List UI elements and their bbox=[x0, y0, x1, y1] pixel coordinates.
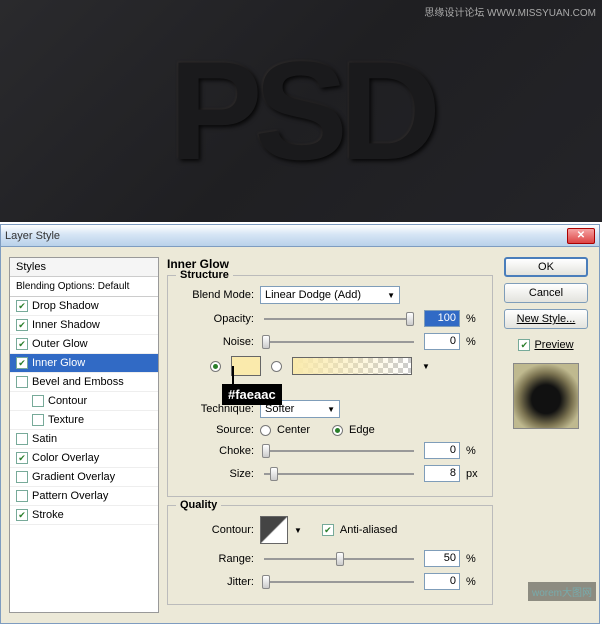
style-label: Gradient Overlay bbox=[32, 471, 115, 483]
style-item-gradient-overlay[interactable]: Gradient Overlay bbox=[10, 468, 158, 487]
styles-header[interactable]: Styles bbox=[10, 258, 158, 277]
opacity-label: Opacity: bbox=[176, 313, 254, 325]
chevron-down-icon: ▼ bbox=[327, 405, 335, 414]
style-checkbox[interactable] bbox=[16, 338, 28, 350]
style-label: Contour bbox=[48, 395, 87, 407]
style-item-outer-glow[interactable]: Outer Glow bbox=[10, 335, 158, 354]
blend-mode-select[interactable]: Linear Dodge (Add) ▼ bbox=[260, 286, 400, 304]
cancel-button[interactable]: Cancel bbox=[504, 283, 588, 303]
style-label: Pattern Overlay bbox=[32, 490, 108, 502]
style-item-satin[interactable]: Satin bbox=[10, 430, 158, 449]
titlebar: Layer Style ✕ bbox=[1, 225, 599, 247]
range-label: Range: bbox=[176, 553, 254, 565]
jitter-slider[interactable] bbox=[260, 574, 418, 590]
canvas-preview: 思缘设计论坛 WWW.MISSYUAN.COM PSD bbox=[0, 0, 602, 222]
preview-thumbnail bbox=[513, 363, 579, 429]
style-item-drop-shadow[interactable]: Drop Shadow bbox=[10, 297, 158, 316]
noise-input[interactable]: 0 bbox=[424, 333, 460, 350]
noise-slider[interactable] bbox=[260, 334, 418, 350]
opacity-slider[interactable] bbox=[260, 311, 418, 327]
style-checkbox[interactable] bbox=[16, 319, 28, 331]
new-style-button[interactable]: New Style... bbox=[504, 309, 588, 329]
style-item-contour[interactable]: Contour bbox=[10, 392, 158, 411]
style-label: Satin bbox=[32, 433, 57, 445]
color-callout: #faeaac bbox=[222, 384, 282, 405]
gradient-radio[interactable] bbox=[271, 361, 282, 372]
source-edge-radio[interactable] bbox=[332, 425, 343, 436]
size-label: Size: bbox=[176, 468, 254, 480]
style-item-bevel-and-emboss[interactable]: Bevel and Emboss bbox=[10, 373, 158, 392]
style-checkbox[interactable] bbox=[32, 414, 44, 426]
opacity-input[interactable]: 100 bbox=[424, 310, 460, 327]
style-checkbox[interactable] bbox=[16, 471, 28, 483]
style-checkbox[interactable] bbox=[16, 452, 28, 464]
inner-glow-panel: Inner Glow Structure Blend Mode: Linear … bbox=[167, 257, 493, 613]
noise-label: Noise: bbox=[176, 336, 254, 348]
ok-button[interactable]: OK bbox=[504, 257, 588, 277]
chevron-down-icon: ▼ bbox=[387, 291, 395, 300]
style-item-pattern-overlay[interactable]: Pattern Overlay bbox=[10, 487, 158, 506]
style-checkbox[interactable] bbox=[16, 433, 28, 445]
gradient-arrow-icon[interactable]: ▼ bbox=[422, 362, 430, 371]
contour-picker[interactable] bbox=[260, 516, 288, 544]
choke-label: Choke: bbox=[176, 445, 254, 457]
dialog-title: Layer Style bbox=[5, 230, 60, 242]
style-label: Stroke bbox=[32, 509, 64, 521]
jitter-input[interactable]: 0 bbox=[424, 573, 460, 590]
source-center-radio[interactable] bbox=[260, 425, 271, 436]
blending-options[interactable]: Blending Options: Default bbox=[10, 277, 158, 297]
style-label: Bevel and Emboss bbox=[32, 376, 124, 388]
watermark-top: 思缘设计论坛 WWW.MISSYUAN.COM bbox=[424, 4, 596, 19]
color-radio[interactable] bbox=[210, 361, 221, 372]
style-label: Inner Glow bbox=[32, 357, 85, 369]
style-checkbox[interactable] bbox=[16, 490, 28, 502]
style-label: Inner Shadow bbox=[32, 319, 100, 331]
layer-style-dialog: Layer Style ✕ Styles Blending Options: D… bbox=[0, 224, 600, 624]
glow-color-swatch[interactable] bbox=[231, 356, 261, 376]
jitter-label: Jitter: bbox=[176, 576, 254, 588]
style-checkbox[interactable] bbox=[32, 395, 44, 407]
style-item-color-overlay[interactable]: Color Overlay bbox=[10, 449, 158, 468]
structure-legend: Structure bbox=[176, 269, 233, 281]
anti-aliased-checkbox[interactable] bbox=[322, 524, 334, 536]
contour-label: Contour: bbox=[176, 524, 254, 536]
style-item-inner-glow[interactable]: Inner Glow bbox=[10, 354, 158, 373]
style-item-stroke[interactable]: Stroke bbox=[10, 506, 158, 525]
choke-slider[interactable] bbox=[260, 443, 418, 459]
style-checkbox[interactable] bbox=[16, 300, 28, 312]
blend-mode-label: Blend Mode: bbox=[176, 289, 254, 301]
style-checkbox[interactable] bbox=[16, 376, 28, 388]
styles-list: Styles Blending Options: Default Drop Sh… bbox=[9, 257, 159, 613]
style-label: Outer Glow bbox=[32, 338, 88, 350]
size-slider[interactable] bbox=[260, 466, 418, 482]
quality-group: Quality Contour: ▼ Anti-aliased Range: 5… bbox=[167, 505, 493, 605]
style-label: Texture bbox=[48, 414, 84, 426]
style-item-inner-shadow[interactable]: Inner Shadow bbox=[10, 316, 158, 335]
range-input[interactable]: 50 bbox=[424, 550, 460, 567]
structure-group: Structure Blend Mode: Linear Dodge (Add)… bbox=[167, 275, 493, 497]
choke-input[interactable]: 0 bbox=[424, 442, 460, 459]
contour-arrow-icon[interactable]: ▼ bbox=[294, 526, 302, 535]
style-label: Drop Shadow bbox=[32, 300, 99, 312]
style-checkbox[interactable] bbox=[16, 357, 28, 369]
glow-gradient-swatch[interactable] bbox=[292, 357, 412, 375]
preview-checkbox[interactable] bbox=[518, 339, 530, 351]
watermark-bottom: worem大图网 bbox=[528, 582, 596, 601]
preview-label: Preview bbox=[534, 339, 573, 351]
size-input[interactable]: 8 bbox=[424, 465, 460, 482]
quality-legend: Quality bbox=[176, 499, 221, 511]
style-label: Color Overlay bbox=[32, 452, 99, 464]
psd-text: PSD bbox=[169, 30, 433, 192]
right-buttons: OK Cancel New Style... Preview bbox=[501, 257, 591, 613]
close-button[interactable]: ✕ bbox=[567, 228, 595, 244]
source-label: Source: bbox=[176, 424, 254, 436]
style-checkbox[interactable] bbox=[16, 509, 28, 521]
style-item-texture[interactable]: Texture bbox=[10, 411, 158, 430]
range-slider[interactable] bbox=[260, 551, 418, 567]
